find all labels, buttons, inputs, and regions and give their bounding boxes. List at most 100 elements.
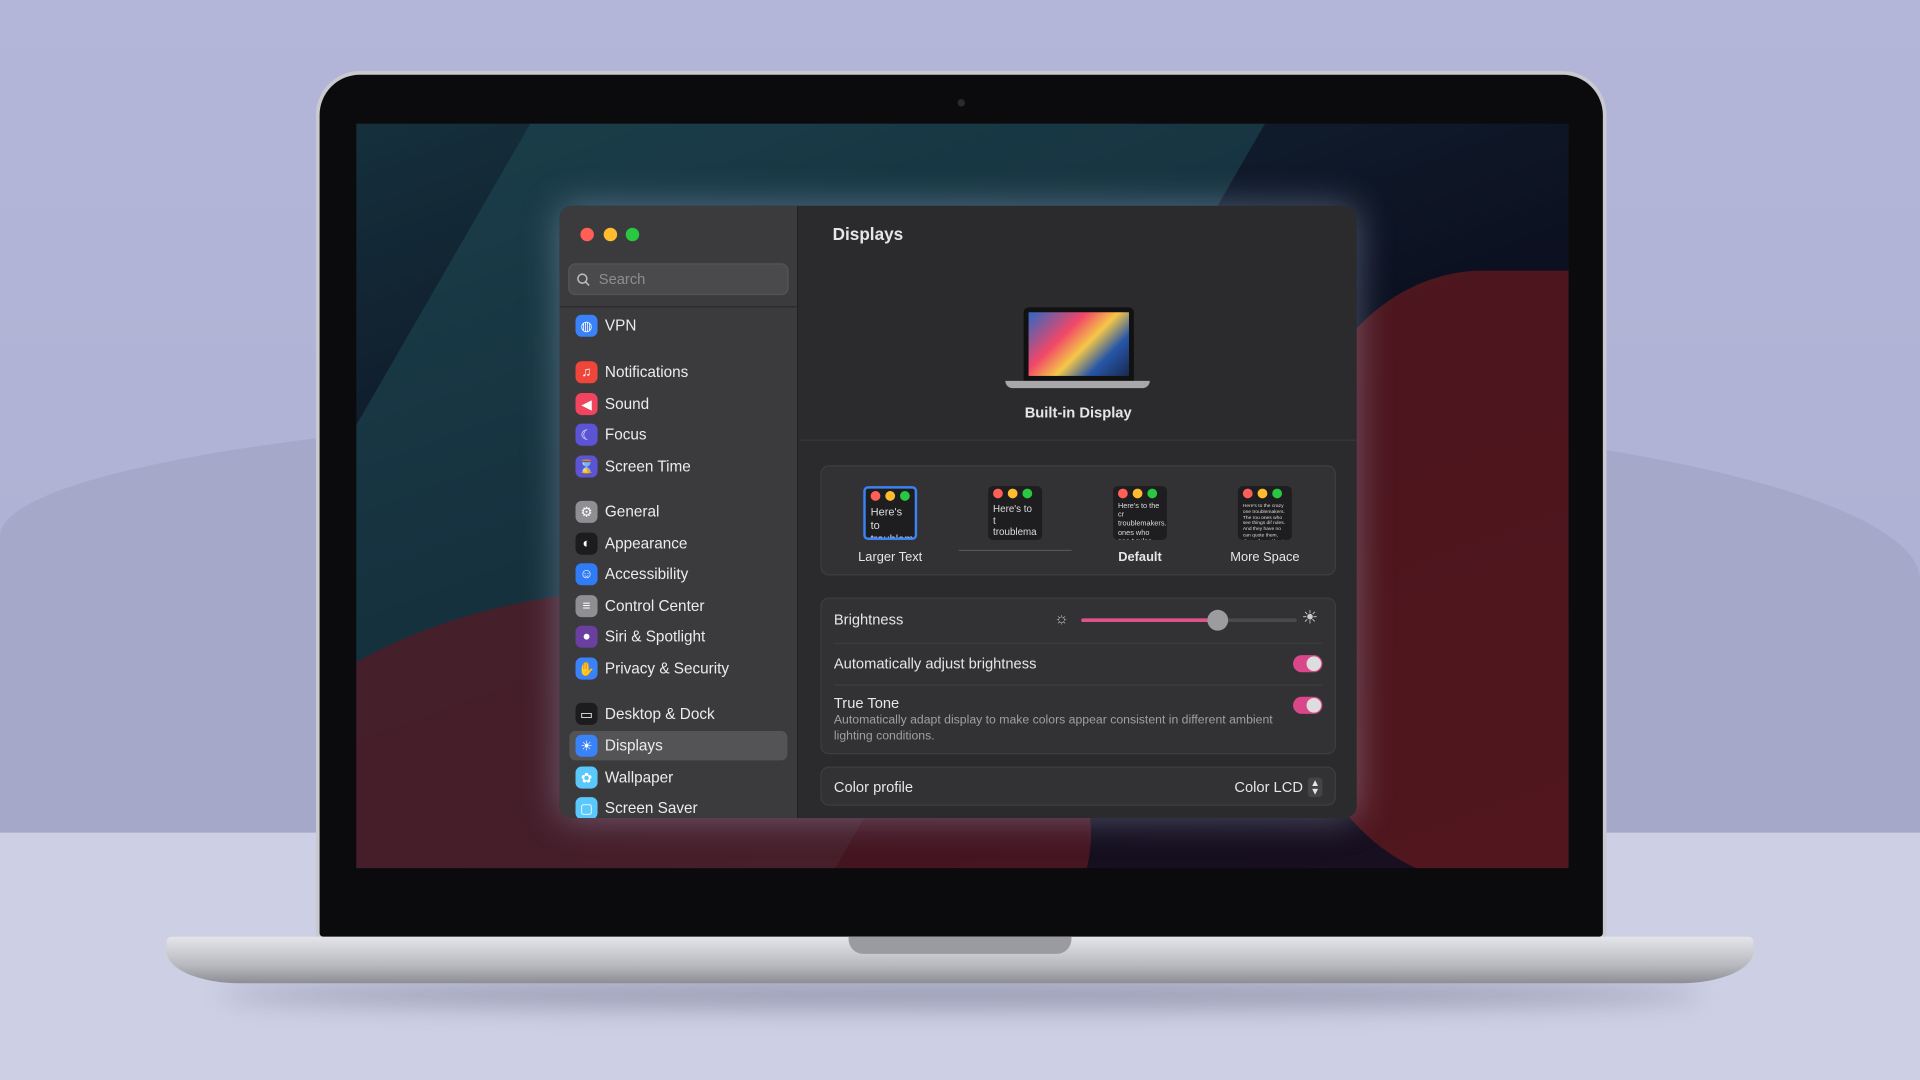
appearance-icon: ◐	[575, 532, 598, 555]
true-tone-label: True Tone	[833, 694, 900, 712]
laptop-notch	[848, 936, 1072, 954]
divider	[559, 306, 799, 308]
brightness-fill	[1081, 618, 1217, 623]
sidebar-item-wallpaper[interactable]: ✿ Wallpaper	[569, 763, 787, 792]
sidebar-item-siri-spotlight[interactable]: ● Siri & Spotlight	[569, 622, 787, 651]
sidebar-item-label: Sound	[604, 395, 650, 413]
laptop-display-icon-base	[1005, 380, 1150, 389]
sidebar-item-label: Screen Time	[604, 457, 691, 476]
hourglass-icon: ⌛	[575, 455, 598, 478]
resolution-options: Here's to troublem Larger Text Here's to t…	[820, 465, 1336, 576]
dock-icon: ▭	[575, 702, 598, 725]
moon-icon: ☾	[575, 423, 598, 446]
resolution-preview: Here's to the crazy one troublemakers. T…	[1237, 486, 1292, 541]
divider	[833, 684, 1323, 686]
sidebar-item-label: Privacy & Security	[604, 660, 730, 678]
toggles-icon: ≡	[575, 595, 598, 618]
resolution-label: Larger Text	[858, 549, 923, 565]
brightness-label: Brightness	[833, 611, 904, 629]
sidebar-item-label: VPN	[604, 317, 637, 335]
preview-text: Here's to the cr troublemakers. ones who…	[1117, 503, 1167, 540]
page-title: Displays	[832, 224, 904, 244]
sun-icon: ☀	[575, 734, 598, 757]
preview-text: Here's to the crazy one troublemakers. T…	[1242, 502, 1286, 540]
sidebar-item-general[interactable]: ⚙ General	[569, 497, 787, 526]
accessibility-icon: ☺	[575, 563, 598, 586]
camera	[957, 99, 965, 107]
sidebar-item-label: Accessibility	[604, 565, 689, 583]
gear-icon: ⚙	[575, 500, 598, 523]
screensaver-icon: ▢	[575, 797, 598, 818]
sidebar-item-label: Control Center	[604, 597, 705, 615]
sidebar-item-label: Focus	[604, 426, 647, 444]
sidebar-item-notifications[interactable]: ♫ Notifications	[569, 358, 787, 387]
search-placeholder: Search	[598, 270, 646, 288]
sidebar-item-label: Siri & Spotlight	[604, 628, 706, 646]
sun-bright-icon: ☀	[1301, 607, 1319, 629]
sidebar-item-control-center[interactable]: ≡ Control Center	[569, 591, 787, 620]
search-input[interactable]: Search	[568, 263, 789, 296]
minimize-button[interactable]	[603, 227, 618, 242]
color-profile-select[interactable]: Color LCD ▲ ▼	[1234, 777, 1323, 798]
brightness-slider[interactable]	[1081, 609, 1297, 631]
close-button[interactable]	[580, 227, 594, 242]
sidebar-item-appearance[interactable]: ◐ Appearance	[569, 529, 787, 558]
preview-text: Here's to t troublema ones who	[993, 503, 1037, 540]
sidebar-item-label: Appearance	[604, 535, 688, 553]
sidebar-item-screen-saver[interactable]: ▢ Screen Saver	[569, 793, 787, 818]
sidebar-item-vpn[interactable]: ◍ VPN	[569, 311, 787, 340]
zoom-button[interactable]	[625, 227, 640, 242]
sidebar-item-label: Desktop & Dock	[604, 705, 715, 723]
true-tone-toggle[interactable]	[1293, 696, 1323, 714]
sidebar-item-label: Screen Saver	[604, 799, 698, 817]
hand-icon: ✋	[575, 657, 598, 680]
sun-dim-icon: ☼	[1054, 608, 1069, 627]
sidebar-item-desktop-dock[interactable]: ▭ Desktop & Dock	[569, 699, 787, 728]
preview-text: Here's to troublem	[870, 505, 914, 541]
sidebar-item-accessibility[interactable]: ☺ Accessibility	[569, 560, 787, 589]
display-name: Built-in Display	[1024, 404, 1132, 422]
system-settings-window: Search ◍ VPN ♫ Notifications ◀ Sound ☾ Focus ⌛ Sc…	[559, 205, 1357, 818]
sidebar-item-screen-time[interactable]: ⌛ Screen Time	[569, 452, 787, 481]
sidebar-item-sound[interactable]: ◀ Sound	[569, 389, 787, 418]
resolution-option[interactable]: Here's to the crazy one troublemakers. T…	[1204, 486, 1326, 564]
resolution-preview: Here's to t troublema ones who	[988, 486, 1043, 541]
brightness-knob[interactable]	[1207, 609, 1229, 631]
sidebar-item-label: Wallpaper	[604, 768, 674, 787]
sidebar-item-privacy-security[interactable]: ✋ Privacy & Security	[569, 654, 787, 683]
siri-icon: ●	[575, 625, 598, 648]
brightness-group: Brightness ☼ ☀ Automatically adjust brig…	[820, 597, 1336, 755]
sidebar-item-label: Notifications	[604, 363, 689, 381]
resolution-label	[958, 549, 1072, 552]
true-tone-row: True Tone Automatically adapt display to…	[834, 694, 1275, 744]
laptop-display-icon[interactable]	[1023, 307, 1134, 381]
chevron-updown-icon: ▲ ▼	[1307, 777, 1323, 798]
resolution-preview: Here's to the cr troublemakers. ones who…	[1113, 486, 1167, 541]
color-profile-row: Color profile Color LCD ▲ ▼	[820, 766, 1336, 806]
true-tone-description: Automatically adapt display to make colo…	[833, 713, 1273, 743]
resolution-option[interactable]: Here's to the cr troublemakers. ones who…	[1079, 486, 1201, 564]
sidebar: Search ◍ VPN ♫ Notifications ◀ Sound ☾ Focus ⌛ Sc…	[559, 205, 799, 818]
resolution-label: More Space	[1230, 549, 1300, 565]
resolution-preview: Here's to troublem	[863, 486, 918, 541]
resolution-label: Default	[1118, 549, 1162, 565]
resolution-option[interactable]: Here's to t troublema ones who	[954, 486, 1076, 552]
divider	[833, 642, 1323, 645]
auto-brightness-toggle[interactable]	[1293, 655, 1323, 673]
globe-icon: ◍	[575, 314, 598, 337]
display-header: Displays Built-in Display	[799, 206, 1357, 441]
search-icon	[577, 272, 590, 286]
displays-pane: Displays Built-in Display Here's to trou…	[799, 206, 1357, 818]
desktop-background: Search ◍ VPN ♫ Notifications ◀ Sound ☾ Focus ⌛ Sc…	[0, 0, 1920, 1080]
sidebar-item-focus[interactable]: ☾ Focus	[569, 420, 787, 449]
flower-icon: ✿	[575, 766, 598, 789]
sidebar-item-label: General	[604, 503, 660, 521]
speaker-icon: ◀	[575, 393, 598, 416]
sidebar-item-displays[interactable]: ☀ Displays	[569, 731, 788, 761]
auto-brightness-label: Automatically adjust brightness	[833, 655, 1037, 673]
resolution-option[interactable]: Here's to troublem Larger Text	[829, 486, 951, 564]
auto-brightness-row: Automatically adjust brightness	[834, 653, 1323, 675]
sidebar-item-label: Displays	[604, 737, 663, 755]
laptop-shadow	[220, 979, 1703, 1009]
color-profile-label: Color profile	[833, 778, 914, 796]
